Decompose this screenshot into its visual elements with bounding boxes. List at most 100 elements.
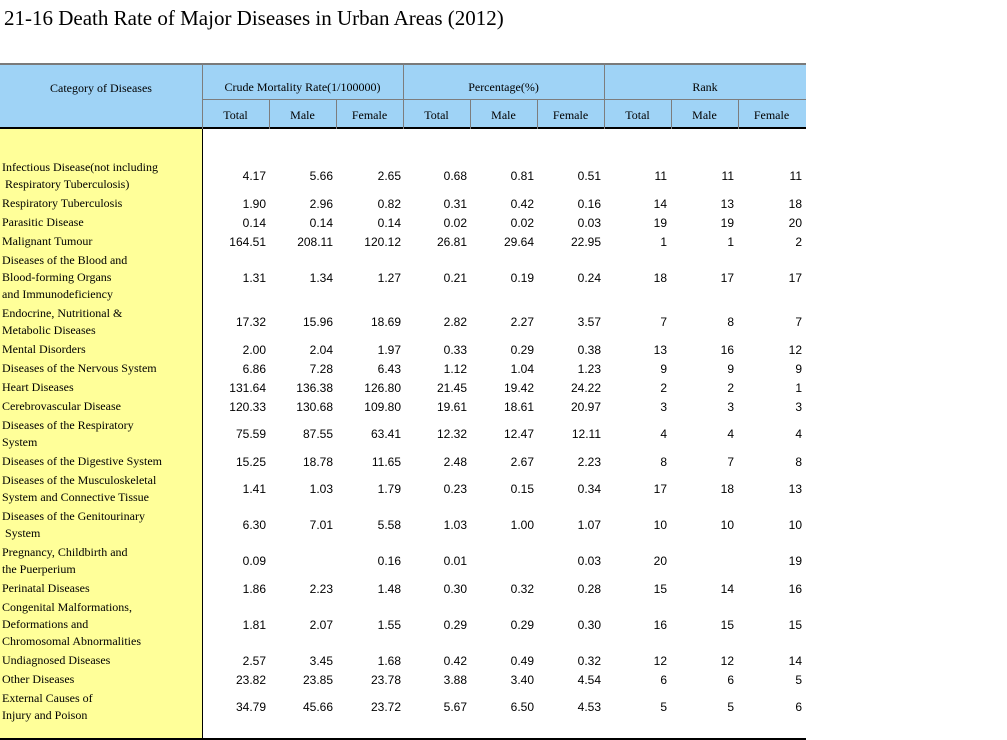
row-value: 10 [788,518,802,532]
row-value: 12.47 [503,427,534,441]
row-value: 1.00 [510,518,534,532]
row-value: 0.32 [577,653,601,668]
row-value: 1.48 [377,581,401,596]
row-value: 23.82 [235,672,266,687]
row-value: 4 [727,427,734,441]
row-value: 6.86 [242,361,266,376]
row-value: 0.14 [309,215,333,230]
row-value: 8 [660,454,667,469]
row-value: 1.41 [242,482,266,496]
row-category: Heart Diseases [2,380,74,394]
row-value: 126.80 [364,380,401,395]
row-value: 14 [720,581,734,596]
row-value: 7.28 [309,361,333,376]
row-category: Diseases of the Nervous System [2,361,157,375]
row-value: 0.38 [577,342,601,357]
row-value: 3.88 [443,672,467,687]
row-value: 0.68 [443,169,467,183]
row-category: Malignant Tumour [2,234,93,248]
header-sub-male: Male [290,108,315,122]
row-category: Undiagnosed Diseases [2,653,111,667]
row-value: 5.67 [443,700,467,714]
row-value: 4 [660,427,667,441]
row-value: 22.95 [570,234,601,249]
row-value: 0.28 [577,581,601,596]
row-value: 5.66 [309,169,333,183]
row-value: 18 [720,482,734,496]
row-value: 0.29 [510,617,534,632]
row-value: 4 [795,427,802,441]
row-value: 208.11 [297,234,333,249]
row-value: 19 [720,215,734,230]
row-value: 12.11 [571,427,601,441]
row-value: 14 [788,653,802,668]
row-category: Diseases of the Genitourinary System [2,509,145,540]
row-category: Parasitic Disease [2,215,84,229]
row-value: 11 [721,169,734,183]
row-value: 11.65 [371,454,401,469]
table-row: Pregnancy, Childbirth and the Puerperium… [0,544,806,578]
row-value: 0.29 [443,617,467,632]
row-category: Diseases of the Blood and Blood-forming … [2,253,128,301]
row-value: 0.15 [510,482,534,496]
header-sub-female: Female [351,108,388,122]
page-title: 21-16 Death Rate of Major Diseases in Ur… [4,6,504,30]
row-value: 120.33 [229,399,266,414]
row-value: 16 [653,617,667,632]
row-category: Other Diseases [2,672,75,686]
row-value: 10 [653,518,667,532]
table-row: Diseases of the Musculoskeletal System a… [0,472,806,506]
row-value: 2 [795,234,802,249]
row-value: 1 [727,234,734,249]
row-value: 2.07 [309,617,333,632]
row-value: 0.24 [577,270,601,285]
row-value: 2.04 [309,342,333,357]
row-value: 9 [727,361,734,376]
row-value: 164.51 [229,234,266,249]
row-value: 18 [653,270,667,285]
row-value: 3.40 [510,672,534,687]
row-value: 0.51 [577,169,601,183]
row-value: 2.82 [443,315,467,329]
row-category: Cerebrovascular Disease [2,399,121,413]
table-row: Parasitic Disease 0.14 0.14 0.14 0.02 0.02 0.0… [0,214,806,231]
row-value: 3 [795,399,802,414]
header-sub-female: Female [753,108,790,122]
row-value: 0.42 [510,196,534,211]
row-value: 0.33 [443,342,467,357]
row-value: 1.90 [242,196,266,211]
row-value: 0.14 [242,215,266,230]
row-category: Diseases of the Respiratory System [2,418,134,449]
row-value: 0.32 [510,581,534,596]
row-value: 3.45 [309,653,333,668]
table-header: Category of Diseases Crude Mortality Rat… [0,63,806,129]
row-category: Pregnancy, Childbirth and the Puerperium [2,545,128,576]
row-value: 13 [720,196,734,211]
header-sub-male: Male [491,108,516,122]
row-value: 26.81 [436,234,467,249]
row-value: 18.78 [302,454,333,469]
row-value: 5 [795,672,802,687]
row-value: 3 [660,399,667,414]
table-row: Endocrine, Nutritional & Metabolic Disea… [0,305,806,339]
header-sub-male: Male [692,108,717,122]
row-value: 21.45 [436,380,467,395]
row-value: 1.86 [242,581,266,596]
row-value: 2.23 [309,581,333,596]
table-row: Perinatal Diseases 1.86 2.23 1.48 0.30 0.32 0.… [0,580,806,597]
row-value: 1.27 [377,270,401,285]
row-category: Infectious Disease(not including Respira… [2,160,158,191]
row-value: 16 [788,581,802,596]
header-sub-female: Female [552,108,589,122]
row-value: 17.32 [235,315,266,329]
row-value: 0.30 [443,581,467,596]
row-value: 87.55 [302,427,333,441]
row-value: 1.04 [510,361,534,376]
row-value: 20 [653,554,667,568]
row-value: 18.69 [370,315,401,329]
row-value: 20.97 [570,399,601,414]
row-value: 19 [653,215,667,230]
row-value: 18.61 [503,399,534,414]
row-value: 29.64 [503,234,534,249]
header-category: Category of Diseases [50,81,152,95]
